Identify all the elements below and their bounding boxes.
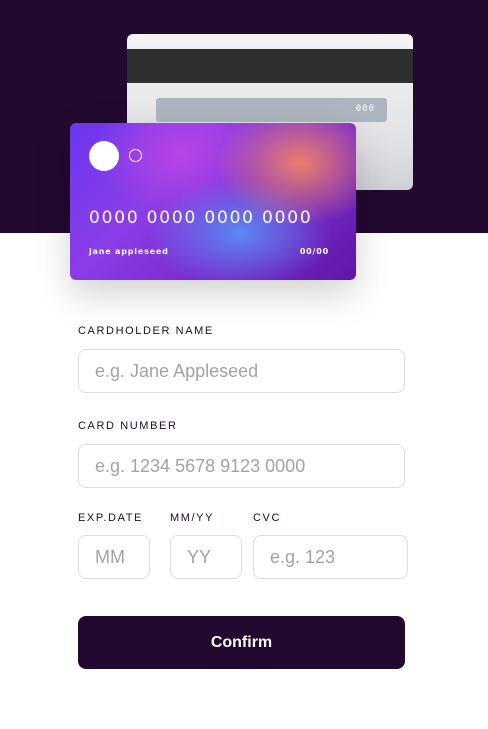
exp-date-label: EXP.DATE — [78, 512, 143, 524]
exp-month-input[interactable] — [78, 535, 150, 579]
card-front-number: 0000 0000 0000 0000 — [89, 208, 313, 228]
exp-year-input[interactable] — [170, 535, 242, 579]
cardholder-name-input[interactable] — [78, 349, 405, 393]
signature-strip: 000 — [156, 98, 387, 122]
card-logo-circle-icon — [89, 141, 119, 171]
cvc-input[interactable] — [253, 535, 408, 579]
card-back-cvc: 000 — [355, 104, 375, 114]
magnetic-stripe — [127, 49, 413, 83]
card-number-input[interactable] — [78, 444, 405, 488]
card-details-page: 000 0000 0000 0000 0000 jane appleseed 0… — [0, 0, 488, 729]
card-front: 0000 0000 0000 0000 jane appleseed 00/00 — [70, 123, 356, 280]
mm-yy-label: MM/YY — [170, 512, 215, 524]
cvc-label: CVC — [253, 512, 282, 524]
cardholder-name-label: CARDHOLDER NAME — [78, 325, 214, 337]
card-front-expiry: 00/00 — [299, 247, 329, 256]
card-front-name: jane appleseed — [89, 247, 169, 256]
card-logo-ring-icon — [129, 149, 142, 162]
card-number-label: CARD NUMBER — [78, 420, 178, 432]
confirm-button[interactable]: Confirm — [78, 616, 405, 669]
